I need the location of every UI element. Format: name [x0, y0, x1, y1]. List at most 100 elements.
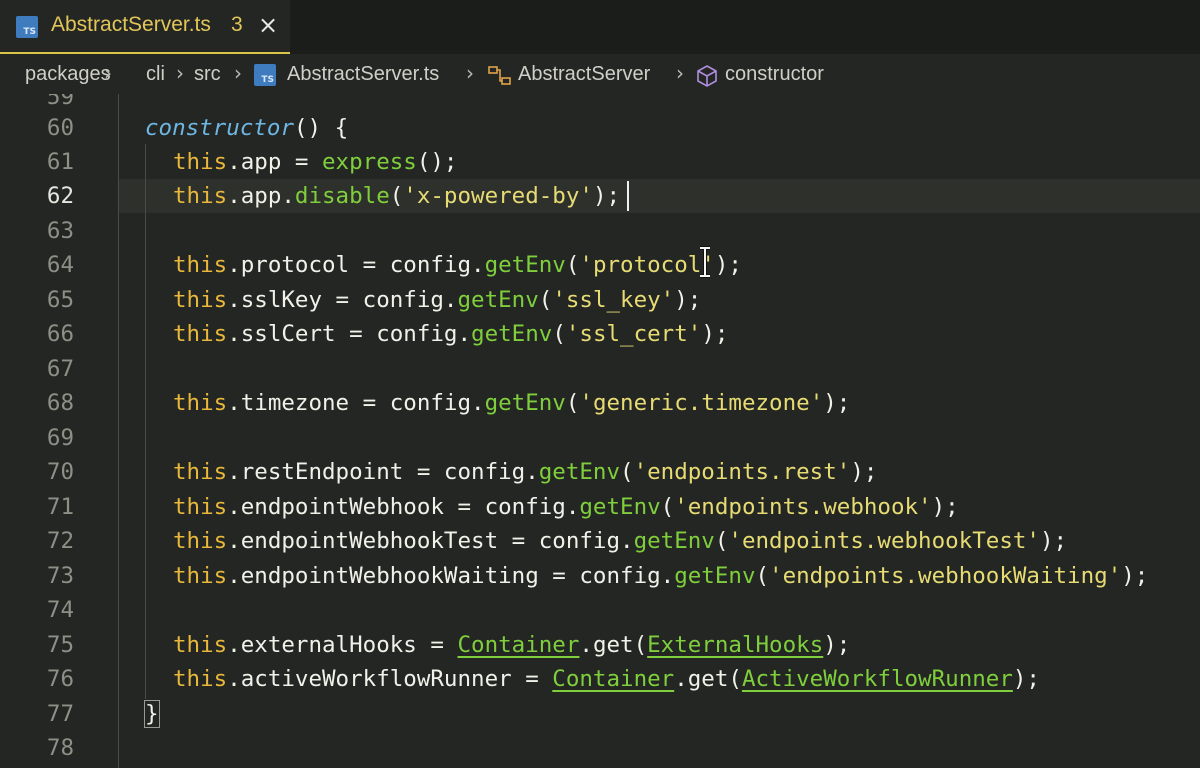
code-text: (	[714, 528, 729, 554]
tab-abstract-server[interactable]: TS AbstractServer.ts 3 ×	[0, 0, 290, 54]
function-call: getEnv	[633, 528, 715, 554]
breadcrumb-item-src[interactable]: src	[194, 63, 221, 86]
this-keyword: this	[173, 528, 228, 554]
breadcrumb-item-file[interactable]: AbstractServer.ts	[287, 63, 439, 86]
this-keyword: this	[173, 390, 228, 416]
matching-brace: }	[144, 700, 160, 728]
code-editor[interactable]: 59 60 61 62 63 64 65 66 67 68 69 70 71 7…	[0, 94, 1200, 768]
class-symbol-icon	[488, 66, 511, 85]
line-number: 74	[46, 597, 74, 623]
breadcrumb-item-class[interactable]: AbstractServer	[518, 63, 650, 86]
function-call: getEnv	[484, 390, 566, 416]
code-text: .sslCert = config.	[227, 321, 472, 347]
code-line-61: this.app = express();	[173, 145, 457, 179]
line-number: 66	[46, 321, 74, 347]
code-line-60: constructor() {	[145, 111, 348, 145]
function-call: getEnv	[674, 563, 756, 589]
code-text: .protocol = config.	[227, 252, 485, 278]
code-text: );	[701, 321, 729, 347]
code-text: (	[755, 563, 770, 589]
code-text: );	[1039, 528, 1068, 554]
code-line-73: this.endpointWebhookWaiting = config.get…	[173, 559, 1148, 593]
line-number: 76	[46, 666, 74, 692]
string-literal: 'endpoints.rest'	[633, 459, 851, 485]
code-text: );	[1121, 563, 1149, 589]
class-reference: ActiveWorkflowRunner	[741, 666, 1013, 692]
breadcrumb-item-constructor[interactable]: constructor	[725, 63, 824, 86]
code-text: .app =	[227, 149, 323, 175]
code-text: .externalHooks =	[227, 632, 458, 658]
code-text: .get(	[674, 666, 742, 692]
this-keyword: this	[173, 632, 228, 658]
string-literal: 'x-powered-by'	[403, 183, 593, 209]
breadcrumb: packages › cli › src › TS AbstractServer…	[0, 56, 1200, 94]
code-line-66: this.sslCert = config.getEnv('ssl_cert')…	[173, 317, 728, 351]
method-cube-icon	[697, 65, 717, 87]
close-icon[interactable]: ×	[256, 10, 280, 40]
code-text: );	[931, 494, 959, 520]
code-text: .get(	[579, 632, 648, 658]
code-text: .sslKey = config.	[227, 287, 458, 313]
code-text: (	[538, 287, 553, 313]
function-call: disable	[294, 183, 390, 209]
code-text: .activeWorkflowRunner =	[227, 666, 553, 692]
string-literal: 'protocol'	[579, 252, 715, 278]
code-text: (	[660, 494, 675, 520]
indent-guide	[118, 94, 119, 768]
code-text: .app.	[227, 183, 295, 209]
line-number: 77	[46, 701, 74, 727]
line-number: 72	[46, 528, 74, 554]
tab-bar: TS AbstractServer.ts 3 ×	[0, 0, 1200, 54]
this-keyword: this	[173, 321, 228, 347]
typescript-file-icon: TS	[16, 16, 38, 38]
string-literal: 'ssl_cert'	[565, 321, 702, 347]
this-keyword: this	[173, 666, 228, 692]
code-line-77: }	[144, 697, 160, 731]
code-text: );	[823, 390, 851, 416]
code-text: .endpointWebhookWaiting = config.	[227, 563, 675, 589]
code-text: );	[714, 252, 742, 278]
breadcrumb-separator: ›	[676, 61, 684, 85]
line-number: 65	[46, 287, 74, 313]
class-reference: Container	[552, 666, 675, 692]
code-text: (	[552, 321, 566, 347]
code-line-65: this.sslKey = config.getEnv('ssl_key');	[173, 283, 701, 317]
function-call: getEnv	[579, 494, 661, 520]
problem-count-badge: 3	[231, 13, 243, 36]
line-number: 75	[46, 632, 74, 658]
code-line-62: this.app.disable('x-powered-by');	[173, 179, 620, 213]
line-number: 70	[46, 459, 74, 485]
string-literal: 'endpoints.webhook'	[674, 494, 932, 520]
code-text: ();	[416, 149, 458, 175]
function-call: getEnv	[484, 252, 566, 278]
code-line-64: this.protocol = config.getEnv('protocol'…	[173, 248, 742, 282]
this-keyword: this	[173, 563, 228, 589]
breadcrumb-item-cli[interactable]: cli	[146, 63, 165, 86]
code-line-70: this.restEndpoint = config.getEnv('endpo…	[173, 455, 877, 489]
function-call: getEnv	[538, 459, 621, 485]
code-text: );	[850, 459, 878, 485]
class-reference: Container	[457, 632, 580, 658]
code-text: (	[620, 459, 634, 485]
code-text: .endpointWebhookTest = config.	[227, 528, 634, 554]
breadcrumb-item-packages[interactable]: packages	[25, 63, 111, 86]
this-keyword: this	[173, 252, 228, 278]
code-line-68: this.timezone = config.getEnv('generic.t…	[173, 386, 850, 420]
function-call: getEnv	[471, 321, 553, 347]
string-literal: 'ssl_key'	[552, 287, 675, 313]
code-text: .endpointWebhook = config.	[227, 494, 580, 520]
code-text: (	[565, 252, 580, 278]
line-number: 71	[46, 494, 74, 520]
this-keyword: this	[173, 494, 228, 520]
string-literal: 'generic.timezone'	[579, 390, 824, 416]
line-number: 67	[46, 356, 74, 382]
line-number: 78	[46, 735, 74, 761]
breadcrumb-separator: ›	[466, 61, 474, 85]
line-number: 61	[46, 149, 74, 175]
this-keyword: this	[173, 183, 228, 209]
class-reference: ExternalHooks	[647, 632, 824, 658]
code-text: );	[592, 183, 621, 209]
function-call: getEnv	[457, 287, 539, 313]
constructor-keyword: constructor	[145, 115, 295, 141]
indent-guide	[145, 144, 146, 699]
